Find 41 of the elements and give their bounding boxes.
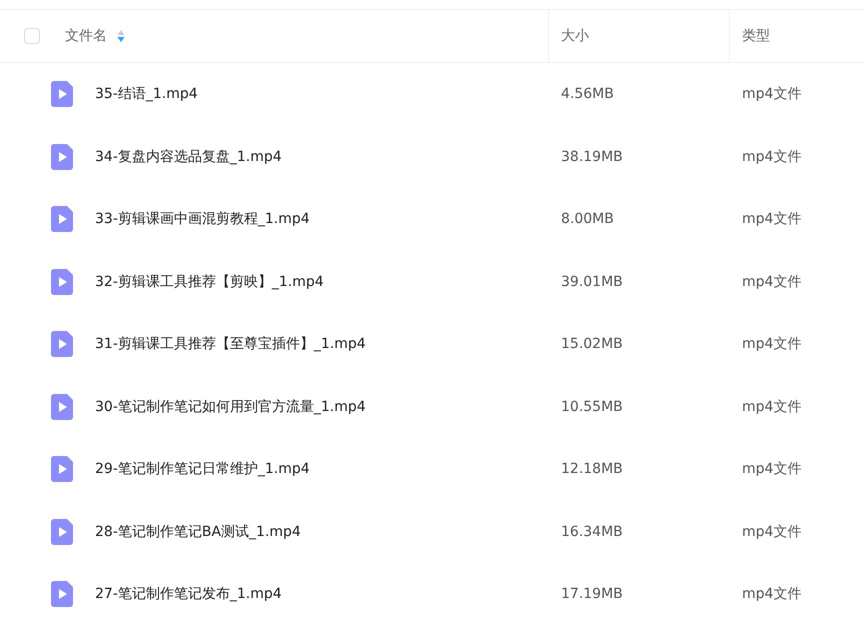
file-size: 4.56MB xyxy=(561,86,614,102)
sort-icon[interactable] xyxy=(117,29,125,43)
file-name[interactable]: 29-笔记制作笔记日常维护_1.mp4 xyxy=(95,460,310,478)
file-name[interactable]: 32-剪辑课工具推荐【剪映】_1.mp4 xyxy=(95,272,324,291)
file-name[interactable]: 27-笔记制作笔记发布_1.mp4 xyxy=(95,585,282,604)
file-name[interactable]: 28-笔记制作笔记BA测试_1.mp4 xyxy=(95,522,301,541)
file-type: mp4文件 xyxy=(742,210,802,228)
file-type: mp4文件 xyxy=(742,460,802,478)
column-header[interactable]: 文件名 xyxy=(65,27,107,45)
video-file-icon xyxy=(51,581,73,608)
file-type: mp4文件 xyxy=(742,335,802,354)
video-file-icon xyxy=(51,518,73,545)
column-header[interactable]: 大小 xyxy=(561,27,589,45)
file-name[interactable]: 33-剪辑课画中画混剪教程_1.mp4 xyxy=(95,210,310,228)
file-size: 12.18MB xyxy=(561,461,623,478)
video-file-icon xyxy=(51,394,73,420)
file-size: 8.00MB xyxy=(561,211,614,228)
file-type: mp4文件 xyxy=(742,522,802,541)
file-size: 16.34MB xyxy=(561,524,623,540)
column-header[interactable]: 类型 xyxy=(742,27,770,45)
file-type: mp4文件 xyxy=(742,85,802,104)
file-size: 39.01MB xyxy=(561,274,623,290)
video-file-icon xyxy=(51,331,73,358)
file-size: 15.02MB xyxy=(561,336,623,352)
file-name[interactable]: 35-结语_1.mp4 xyxy=(95,85,198,104)
select-all-checkbox[interactable] xyxy=(24,28,40,44)
file-size: 10.55MB xyxy=(561,398,623,415)
video-file-icon xyxy=(51,268,73,295)
file-type: mp4文件 xyxy=(742,398,802,416)
video-file-icon xyxy=(51,81,73,108)
file-name[interactable]: 30-笔记制作笔记如何用到官方流量_1.mp4 xyxy=(95,398,366,416)
file-type: mp4文件 xyxy=(742,585,802,604)
file-type: mp4文件 xyxy=(742,272,802,291)
video-file-icon xyxy=(51,456,73,482)
file-name[interactable]: 31-剪辑课工具推荐【至尊宝插件】_1.mp4 xyxy=(95,335,366,354)
video-file-icon xyxy=(51,206,73,232)
file-size: 17.19MB xyxy=(561,586,623,602)
file-size: 38.19MB xyxy=(561,148,623,165)
video-file-icon xyxy=(51,144,73,170)
file-name[interactable]: 34-复盘内容选品复盘_1.mp4 xyxy=(95,148,282,166)
file-type: mp4文件 xyxy=(742,148,802,166)
